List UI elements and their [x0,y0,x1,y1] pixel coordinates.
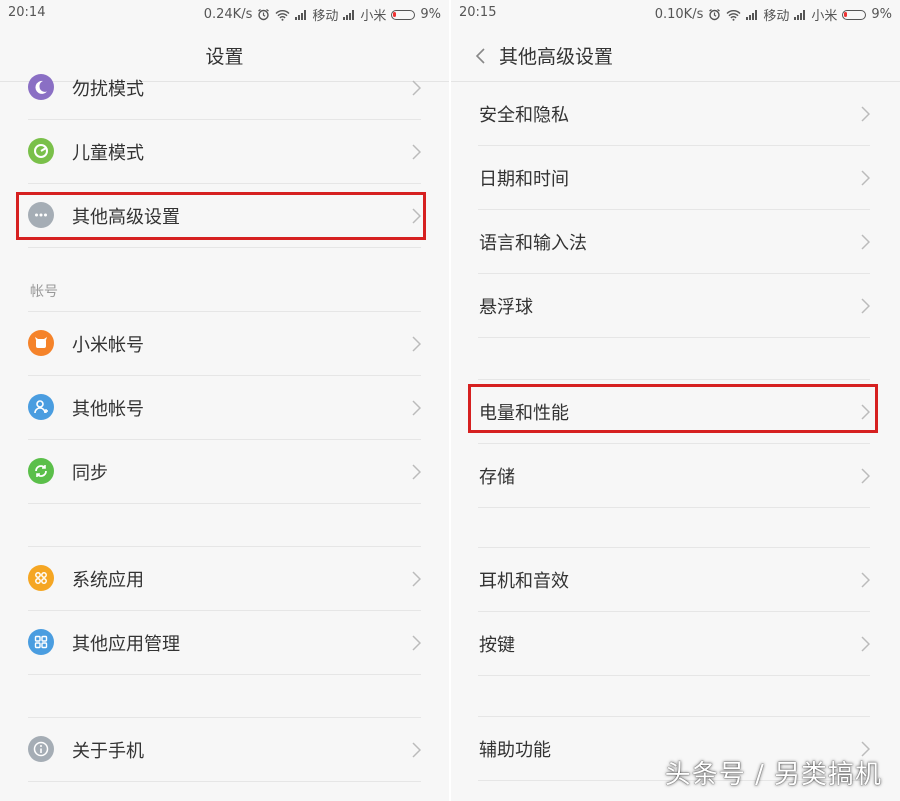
settings-item-other-app-management[interactable]: 其他应用管理 [28,611,421,675]
wifi-icon [726,9,741,21]
settings-item-label: 其他应用管理 [72,634,180,655]
child-mode-icon [28,138,54,164]
settings-item-label: 存储 [479,467,515,488]
signal-icon [794,9,806,20]
settings-item-label: 系统应用 [72,570,144,591]
settings-item-headphones-audio[interactable]: 耳机和音效 [478,548,870,612]
settings-item-security-privacy[interactable]: 安全和隐私 [478,82,870,146]
network-speed: 0.10K/s [654,7,704,22]
person-icon [28,394,54,420]
alarm-icon [258,8,270,21]
other-advanced-settings-panel: 20:15 0.10K/s 移动 小米 9% 其他高级设置 安全和隐私 日期和时… [451,0,900,801]
carrier-2: 小米 [811,9,838,24]
signal-icon [343,9,355,20]
signal-icon [746,9,758,20]
settings-item-buttons[interactable]: 按键 [478,612,870,676]
settings-item-sync[interactable]: 同步 [28,440,421,504]
settings-item-floating-ball[interactable]: 悬浮球 [478,274,870,338]
watermark: 头条号 / 另类搞机 [664,760,882,790]
settings-item-label: 其他帐号 [72,399,144,420]
settings-item-mi-account[interactable]: 小米帐号 [28,312,421,376]
settings-item-date-time[interactable]: 日期和时间 [478,146,870,210]
settings-item-label: 勿扰模式 [72,79,144,100]
chevron-right-icon [412,144,421,160]
system-apps-icon [28,565,54,591]
info-icon [28,736,54,762]
settings-item-label: 小米帐号 [72,335,144,356]
chevron-right-icon [412,400,421,416]
title-bar: 其他高级设置 [451,28,900,82]
settings-item-label: 悬浮球 [479,297,533,318]
battery-icon [842,9,867,20]
chevron-right-icon [861,106,870,122]
chevron-right-icon [861,234,870,250]
moon-icon [28,74,54,100]
network-speed: 0.24K/s [203,7,253,22]
settings-item-storage[interactable]: 存储 [478,444,870,508]
app-grid-icon [28,629,54,655]
settings-item-child-mode[interactable]: 儿童模式 [28,120,421,184]
alarm-icon [709,8,721,21]
section-label-account: 帐号 [30,284,58,300]
chevron-right-icon [861,170,870,186]
settings-item-label: 儿童模式 [72,143,144,164]
battery-icon [391,9,416,20]
chevron-right-icon [412,336,421,352]
status-time: 20:15 [459,5,497,20]
mi-account-icon [28,330,54,356]
carrier-1: 移动 [312,9,339,24]
highlight-box [16,192,426,240]
chevron-right-icon [412,742,421,758]
wifi-icon [275,9,290,21]
chevron-right-icon [861,298,870,314]
settings-item-label: 按键 [479,635,515,656]
settings-item-label: 耳机和音效 [479,571,569,592]
settings-item-label: 语言和输入法 [479,233,587,254]
status-bar: 20:15 0.10K/s 移动 小米 9% [451,0,900,28]
settings-item-label: 同步 [72,463,108,484]
chevron-right-icon [861,636,870,652]
chevron-right-icon [412,635,421,651]
settings-panel: 20:14 0.24K/s 移动 小米 9% 设置 勿扰模式 儿童模式 其他高级… [0,0,449,801]
settings-item-other-accounts[interactable]: 其他帐号 [28,376,421,440]
highlight-box [468,384,878,433]
settings-item-label: 安全和隐私 [479,105,569,126]
settings-item-do-not-disturb[interactable]: 勿扰模式 [28,56,421,120]
status-time: 20:14 [8,5,46,20]
chevron-right-icon [412,464,421,480]
carrier-2: 小米 [360,9,387,24]
settings-item-language-input[interactable]: 语言和输入法 [478,210,870,274]
signal-icon [295,9,307,20]
battery-level: 9% [871,7,892,22]
settings-item-about-phone[interactable]: 关于手机 [28,718,421,782]
back-arrow-icon[interactable] [471,46,491,66]
settings-item-system-apps[interactable]: 系统应用 [28,547,421,611]
chevron-right-icon [861,468,870,484]
settings-item-label: 日期和时间 [479,169,569,190]
settings-item-label: 关于手机 [72,741,144,762]
battery-level: 9% [420,7,441,22]
settings-item-label: 辅助功能 [479,740,551,761]
carrier-1: 移动 [763,9,790,24]
chevron-right-icon [861,572,870,588]
chevron-right-icon [412,80,421,96]
sync-icon [28,458,54,484]
page-title: 其他高级设置 [499,46,614,68]
chevron-right-icon [412,571,421,587]
status-bar: 20:14 0.24K/s 移动 小米 9% [0,0,449,28]
